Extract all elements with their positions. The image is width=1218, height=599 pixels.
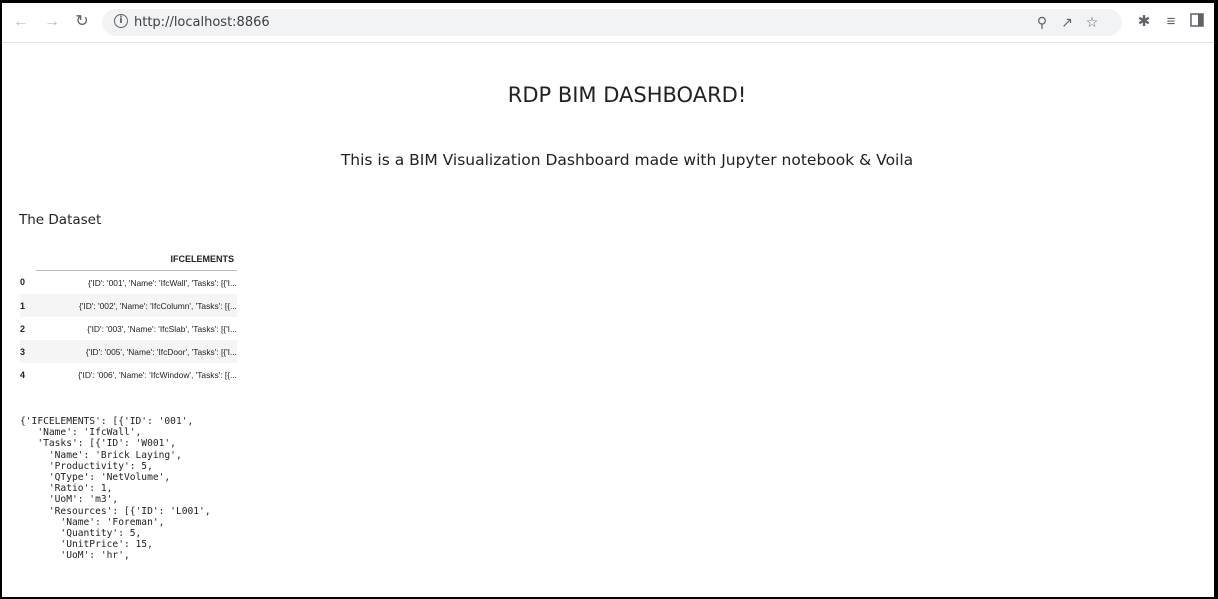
browser-window: ← → ↻ i http://localhost:8866 ⚲ ↗ ☆ ✱ ≡ … (2, 3, 1214, 597)
arrow-right-icon[interactable]: → (42, 12, 62, 32)
row-index: 1 (20, 294, 36, 317)
json-line: 'UoM': 'm3', (20, 494, 119, 506)
share-icon[interactable]: ↗ (1059, 14, 1075, 30)
json-line: {'IFCELEMENTS': [{'ID': '001', (20, 416, 194, 427)
json-line: 'Name': 'IfcWall', (20, 427, 142, 439)
page-title: RDP BIM DASHBOARD! (507, 83, 747, 107)
json-line: 'QType': 'NetVolume', (20, 472, 171, 484)
json-line: 'Productivity': 5, (20, 460, 153, 472)
json-output: {'IFCELEMENTS': [{'ID': '001', 'Name': '… (20, 416, 211, 562)
row-index: 4 (20, 369, 26, 380)
reload-icon[interactable]: ↻ (72, 12, 92, 32)
page-subtitle: This is a BIM Visualization Dashboard ma… (340, 151, 914, 169)
row-value: {'ID': '006', 'Name': 'IfcWindow', 'Task… (78, 369, 237, 380)
json-line: 'UnitPrice': 15, (20, 539, 153, 551)
json-line: 'Name': 'Foreman', (20, 516, 165, 528)
row-value: {'ID': '001', 'Name': 'IfcWall', 'Tasks'… (88, 277, 237, 288)
row-index: 2 (20, 323, 26, 334)
table-index-header (20, 248, 36, 271)
json-line: 'Name': 'Brick Laying', (20, 449, 182, 461)
json-line: 'Tasks': [{'ID': 'W001', (20, 438, 176, 450)
table-row: 4 {'ID': '006', 'Name': 'IfcWindow', 'Ta… (20, 363, 237, 386)
json-line: 'Ratio': 1, (20, 483, 113, 495)
json-line: 'Quantity': 5, (20, 528, 142, 540)
table-row: 3 {'ID': '005', 'Name': 'IfcDoor', 'Task… (20, 340, 237, 363)
table-row: 1 {'ID': '002', 'Name': 'IfcColumn', 'Ta… (20, 294, 237, 317)
row-value: {'ID': '003', 'Name': 'IfcSlab', 'Tasks'… (87, 323, 237, 334)
json-line: 'Resources': [{'ID': 'L001', (20, 505, 211, 517)
puzzle-icon[interactable]: ✱ (1135, 13, 1153, 31)
table-row: 2 {'ID': '003', 'Name': 'IfcSlab', 'Task… (20, 317, 237, 340)
row-index: 3 (20, 340, 36, 363)
side-panel-icon[interactable] (1188, 13, 1206, 31)
info-icon[interactable]: i (114, 14, 128, 28)
zoom-icon[interactable]: ⚲ (1034, 14, 1050, 30)
row-value: {'ID': '002', 'Name': 'IfcColumn', 'Task… (36, 294, 237, 317)
row-value: {'ID': '005', 'Name': 'IfcDoor', 'Tasks'… (36, 340, 237, 363)
dataset-table: IFCELEMENTS 0 {'ID': '001', 'Name': 'Ifc… (20, 248, 237, 386)
browser-toolbar: ← → ↻ i http://localhost:8866 ⚲ ↗ ☆ ✱ ≡ (2, 3, 1214, 43)
row-index: 0 (20, 277, 26, 288)
dataset-heading: The Dataset (19, 212, 102, 228)
table-column-header: IFCELEMENTS (36, 248, 237, 271)
json-line: 'UoM': 'hr', (20, 550, 130, 562)
reading-list-icon[interactable]: ≡ (1162, 13, 1180, 31)
table-row: 0 {'ID': '001', 'Name': 'IfcWall', 'Task… (20, 271, 237, 295)
arrow-left-icon[interactable]: ← (11, 12, 31, 32)
url-text[interactable]: http://localhost:8866 (134, 14, 270, 31)
star-icon[interactable]: ☆ (1084, 14, 1100, 30)
dashboard-page: RDP BIM DASHBOARD! This is a BIM Visuali… (2, 43, 1214, 597)
address-bar[interactable]: i http://localhost:8866 ⚲ ↗ ☆ (102, 9, 1122, 36)
